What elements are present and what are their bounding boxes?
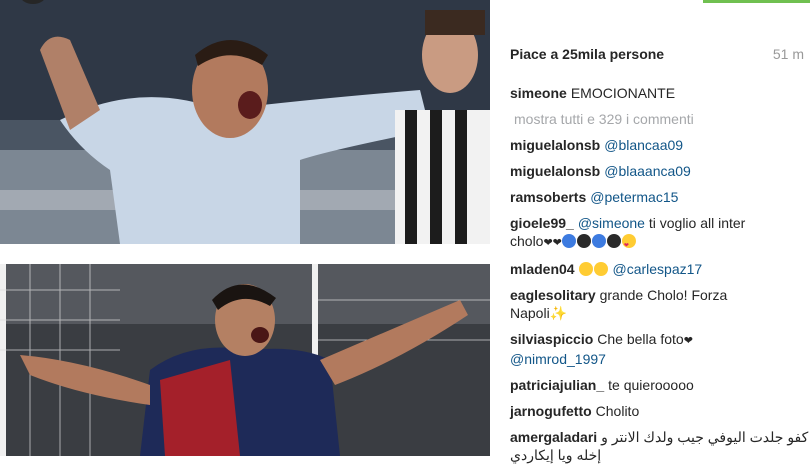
comment-username[interactable]: eaglesolitary [510,287,596,303]
comment-username[interactable]: mladen04 [510,261,575,277]
comment-username[interactable]: jarnogufetto [510,403,592,419]
comment-username[interactable]: miguelalonsb [510,137,600,153]
comment-mention[interactable]: @nimrod_1997 [510,351,606,367]
comment-text-cont: Napoli [510,305,550,321]
heart-icon: ❤❤ [543,237,562,249]
post-image [0,0,490,456]
heart-icon: ❤ [683,335,693,347]
joy-icon [578,262,593,276]
comment-mention[interactable]: @blaaanca09 [604,163,691,179]
comment-text: Cholito [595,403,640,419]
follow-button[interactable] [703,0,810,3]
comment-mention[interactable]: @petermac15 [590,189,678,205]
comment-username[interactable]: ramsoberts [510,189,586,205]
comment-mention[interactable]: @blancaa09 [604,137,683,153]
comment-username[interactable]: miguelalonsb [510,163,600,179]
black-circle-icon [576,234,591,248]
comment-item: patriciajulian_ te quierooooo [510,376,810,394]
comment-item: jarnogufetto Cholito [510,402,810,420]
comment-username[interactable]: silviaspiccio [510,331,593,347]
show-all-comments-link[interactable]: mostra tutti e 329 i commenti [514,110,810,128]
comment-mention[interactable]: @simeone [578,215,645,231]
comment-text: ti voglio all inter [648,215,746,231]
comment-item: miguelalonsb @blancaa09 [510,136,810,154]
likes-count[interactable]: Piace a 25mila persone [510,46,664,62]
comment-item: mladen04 @carlespaz17 [510,260,810,278]
comment-text: te quierooooo [608,377,694,393]
comment-text-cont: cholo [510,233,544,249]
caption-text: EMOCIONANTE [570,85,676,101]
sparkles-icon: ✨ [549,305,568,321]
post-photo[interactable] [0,0,490,456]
comment-item: amergaladari كفو جلدت اليوفي جيب ولدك الا… [510,428,810,464]
comment-item: eaglesolitary grande Cholo! Forza Napoli✨ [510,286,810,322]
comment-item: miguelalonsb @blaaanca09 [510,162,810,180]
comment-mention[interactable]: @carlespaz17 [612,261,702,277]
comment-username[interactable]: amergaladari [510,429,597,445]
comment-username[interactable]: gioele99_ [510,215,574,231]
joy-icon [593,262,608,276]
comment-item: silviaspiccio Che bella foto❤ @nimrod_199… [510,330,810,368]
caption-username[interactable]: simeone [510,85,567,101]
comment-item: gioele99_ @simeone ti voglio all inter ch… [510,214,810,255]
heart-eyes-icon [621,234,636,255]
post-timestamp[interactable]: 51 m [773,46,804,62]
comment-text: كفو جلدت اليوفي جيب ولدك الانتر و [601,429,809,445]
caption: simeone EMOCIONANTE [510,84,810,102]
black-circle-icon [606,234,621,248]
comment-text: Che bella foto [597,331,684,347]
blue-circle-icon [591,234,606,248]
comment-text-cont: إخله ويا إيكاردي [510,447,602,463]
comments-list: simeone EMOCIONANTE mostra tutti e 329 i … [510,84,810,472]
comment-item: ramsoberts @petermac15 [510,188,810,206]
comment-username[interactable]: patriciajulian_ [510,377,604,393]
comment-text: grande Cholo! Forza [599,287,728,303]
blue-circle-icon [561,234,576,248]
